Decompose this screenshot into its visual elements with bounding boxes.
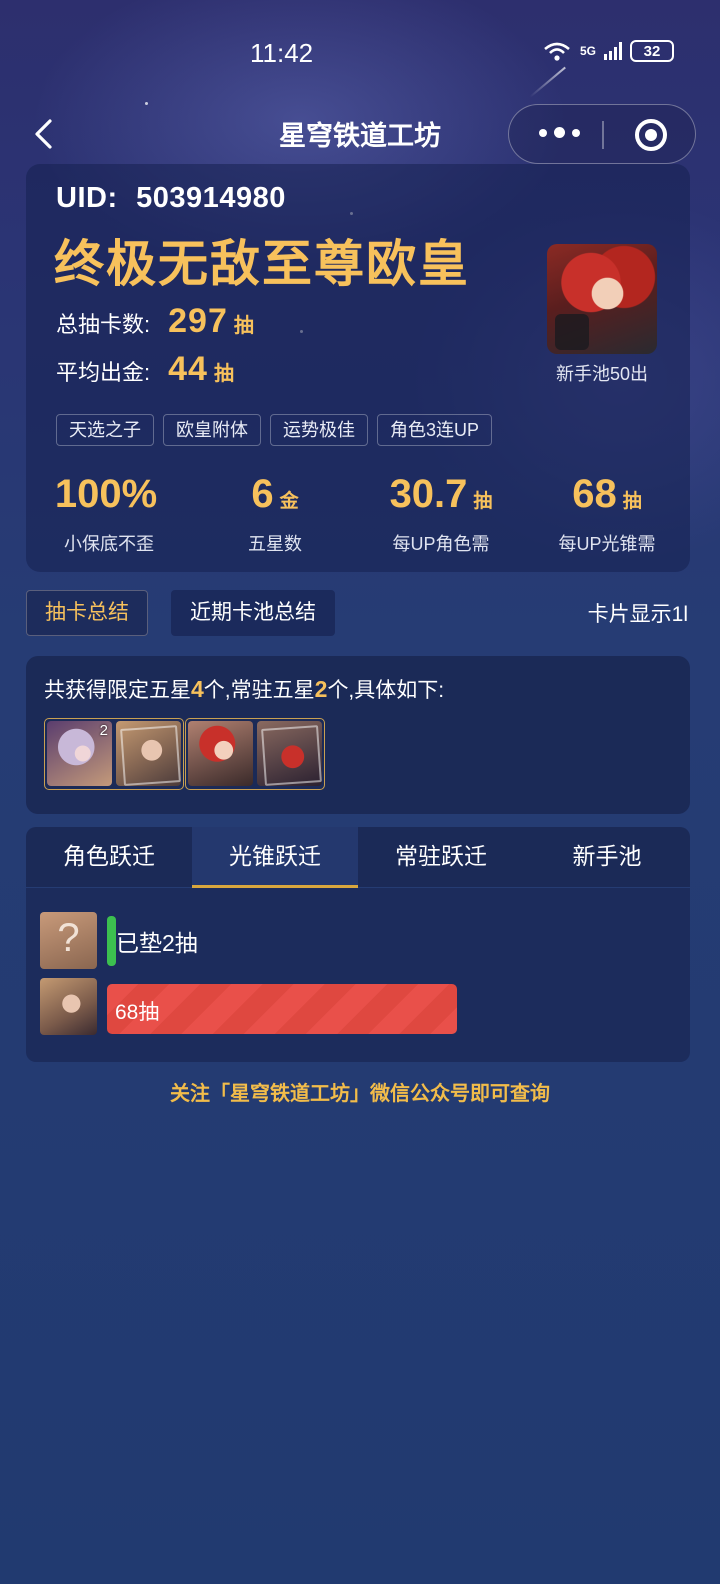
stat-unit: 抽 (473, 491, 493, 512)
question-mark-icon: ? (57, 916, 80, 960)
tab-recent-pool-summary[interactable]: 近期卡池总结 (171, 590, 335, 636)
tag: 运势极佳 (270, 414, 368, 446)
tab-beginner-warp[interactable]: 新手池 (524, 827, 690, 887)
tab-character-warp[interactable]: 角色跃迁 (26, 827, 192, 887)
signal-icon (604, 42, 622, 60)
capsule-divider (602, 121, 604, 149)
pull-unit: 抽 (233, 315, 254, 337)
tag-list: 天选之子 欧皇附体 运势极佳 角色3连UP (56, 414, 493, 446)
stat-item: 100% 小保底不歪 (26, 470, 192, 556)
pull-history-panel: ? 已垫2抽 68抽 (26, 888, 690, 1062)
obtained-group: 2 (44, 718, 184, 790)
stat-item: 30.7 抽 每UP角色需 (358, 470, 524, 556)
wifi-icon (544, 42, 570, 61)
light-cone-thumb[interactable] (40, 978, 97, 1035)
obtained-group (185, 718, 325, 790)
stat-label: 五星数 (248, 534, 302, 554)
total-pulls-row: 总抽卡数: 297 抽 (56, 302, 254, 341)
more-menu-icon[interactable] (539, 127, 580, 138)
tab-pull-summary[interactable]: 抽卡总结 (26, 590, 148, 636)
tag: 欧皇附体 (163, 414, 261, 446)
stat-label: 每UP光锥需 (558, 534, 656, 554)
uid-label: UID: (56, 182, 118, 214)
character-thumb[interactable]: 2 (47, 721, 112, 786)
eidolon-badge: 2 (99, 722, 108, 739)
character-avatar[interactable] (547, 244, 657, 354)
stat-label: 每UP角色需 (392, 534, 490, 554)
pity-progress-bar (107, 916, 116, 966)
network-label: 5G (579, 44, 596, 58)
obtained-prefix: 共获得限定五星 (44, 679, 191, 702)
tag: 角色3连UP (377, 414, 493, 446)
obtained-suffix: 个,具体如下: (327, 679, 445, 702)
uid-value: 503914980 (136, 182, 286, 214)
unknown-item-thumb: ? (40, 912, 97, 969)
stat-item: 68 抽 每UP光锥需 (524, 470, 690, 556)
stat-unit: 抽 (622, 491, 642, 512)
standard-count: 2 (314, 676, 328, 702)
avg-gold-label: 平均出金: (56, 360, 151, 385)
tab-standard-warp[interactable]: 常驻跃迁 (358, 827, 524, 887)
mini-program-capsule (508, 104, 696, 164)
light-cone-thumb[interactable] (116, 721, 181, 786)
hit-label: 68抽 (115, 1001, 160, 1024)
avg-gold-row: 平均出金: 44 抽 (56, 350, 234, 389)
obtained-summary: 共获得限定五星4个,常驻五星2个,具体如下: (44, 674, 444, 704)
limited-count: 4 (191, 676, 204, 702)
pity-label: 已垫2抽 (116, 930, 198, 956)
pool-tab-bar: 角色跃迁 光锥跃迁 常驻跃迁 新手池 (26, 827, 690, 888)
status-icons: 5G 32 (542, 40, 674, 62)
avg-gold-value: 44 (168, 350, 208, 388)
stat-value: 6 (251, 472, 274, 516)
stat-item: 6金 五星数 (192, 470, 358, 556)
star-decoration (145, 102, 148, 105)
avatar-caption: 新手池50出 (555, 364, 649, 384)
obtained-middle: 个,常驻五星 (203, 679, 315, 702)
pull-unit: 抽 (213, 363, 234, 385)
obtained-card: 共获得限定五星4个,常驻五星2个,具体如下: 2 (26, 656, 690, 814)
uid-line: UID: 503914980 (56, 182, 286, 215)
tab-light-cone-warp[interactable]: 光锥跃迁 (192, 827, 358, 888)
character-thumb[interactable] (188, 721, 253, 786)
stat-unit: 金 (279, 491, 299, 512)
total-pulls-label: 总抽卡数: (56, 312, 151, 337)
status-time: 11:42 (250, 38, 314, 68)
close-target-icon[interactable] (635, 119, 667, 151)
hit-progress-bar: 68抽 (107, 984, 457, 1034)
summary-card: UID: 503914980 终极无敌至尊欧皇 总抽卡数: 297 抽 平均出金… (26, 164, 690, 572)
stat-label: 小保底不歪 (64, 534, 154, 554)
footer-note: 关注「星穹铁道工坊」微信公众号即可查询 (170, 1083, 550, 1105)
light-cone-thumb[interactable] (257, 721, 322, 786)
battery-icon: 32 (630, 40, 674, 62)
total-pulls-value: 297 (168, 302, 228, 340)
card-display-toggle[interactable]: 卡片显示1l (588, 598, 688, 628)
stat-value: 68 (572, 472, 617, 516)
stat-value: 100% (54, 472, 158, 516)
stat-value: 30.7 (389, 472, 468, 516)
stats-row: 100% 小保底不歪 6金 五星数 30.7 抽 每UP角色需 68 抽 每UP光锥… (26, 470, 690, 556)
tag: 天选之子 (56, 414, 154, 446)
rank-title: 终极无敌至尊欧皇 (54, 236, 470, 292)
